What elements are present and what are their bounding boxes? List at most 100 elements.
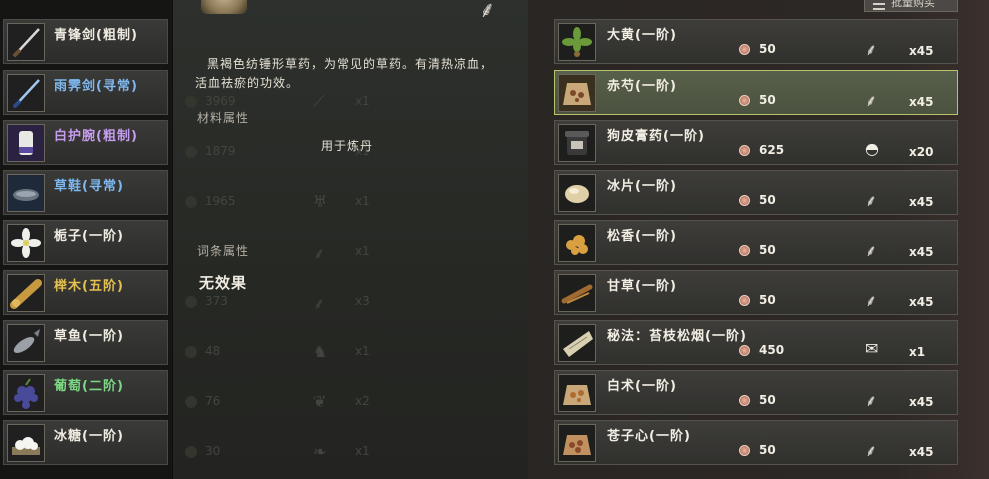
shop-item[interactable]: 白术(一阶) 50 ⸙ x45 — [554, 370, 958, 415]
inventory-item[interactable]: 栀子(一阶) — [3, 220, 168, 265]
inventory-item-name: 青锋剑(粗制) — [54, 28, 138, 43]
inventory-item[interactable]: 草鱼(一阶) — [3, 320, 168, 365]
ghost-row: 1879 x1 — [173, 142, 413, 162]
fish-icon — [7, 324, 45, 362]
grape-icon — [7, 374, 45, 412]
inventory-list: 青锋剑(粗制) 雨霁剑(寻常) 白护腕(粗制) 草鞋(寻常) 栀子(一阶) 榉木… — [0, 0, 172, 479]
herb-root-icon: ⸙ — [865, 391, 878, 410]
material-use-text: 用于炼丹 — [321, 139, 374, 153]
shop-item[interactable]: 大黄(一阶) 50 ⸙ x45 — [554, 19, 958, 64]
red-peony-icon — [558, 74, 596, 112]
shop-item-quantity: x45 — [909, 295, 934, 309]
wood-log-icon — [7, 274, 45, 312]
sword-icon — [7, 23, 45, 61]
shop-item-quantity: x45 — [909, 445, 934, 459]
bracer-icon — [7, 124, 45, 162]
gardenia-flower-icon — [7, 224, 45, 262]
shop-item-name: 甘草(一阶) — [607, 279, 677, 294]
item-thumbnail — [201, 0, 247, 14]
shop-item-price: 50 — [759, 393, 776, 407]
shop-item-name: 苍子心(一阶) — [607, 429, 691, 444]
shop-item-price: 450 — [759, 343, 785, 357]
shop-item-name: 白术(一阶) — [607, 379, 677, 394]
inventory-item-name: 栀子(一阶) — [54, 229, 124, 244]
material-attributes-label: 材料属性 — [197, 111, 250, 125]
shop-item-selected[interactable]: 赤芍(一阶) 50 ⸙ x45 — [554, 70, 958, 115]
blue-sword-icon — [7, 74, 45, 112]
shop-item-name: 赤芍(一阶) — [607, 79, 677, 94]
coin-icon — [739, 395, 750, 406]
shop-item-name: 冰片(一阶) — [607, 179, 677, 194]
shop-list: 批量购买 大黄(一阶) 50 ⸙ x45 赤芍(一阶) 50 ⸙ x45 狗皮膏… — [528, 0, 989, 479]
plaster-icon: ◓ — [865, 139, 879, 158]
coin-icon — [739, 95, 750, 106]
item-description: 黑褐色纺锤形草药，为常见的草药。有清热凉血，活血祛瘀的功效。 — [195, 57, 494, 90]
atractylodes-icon — [558, 374, 596, 412]
inventory-item[interactable]: 草鞋(寻常) — [3, 170, 168, 215]
rhubarb-icon — [558, 23, 596, 61]
shop-item-quantity: x45 — [909, 395, 934, 409]
no-effect-text: 无效果 — [199, 274, 248, 292]
licorice-icon — [558, 274, 596, 312]
herb-root-icon: ⸙ — [865, 40, 878, 59]
ghost-row: 1965 ♅ x1 — [173, 192, 413, 212]
shop-item-quantity: x20 — [909, 145, 934, 159]
shop-item-quantity: x1 — [909, 345, 926, 359]
secret-scroll-icon — [558, 324, 596, 362]
bulk-buy-label: 批量购买 — [891, 0, 935, 9]
affix-attributes-label: 词条属性 — [197, 244, 250, 258]
herb-root-icon: ⸙ — [865, 241, 878, 260]
inventory-item-name: 冰糖(一阶) — [54, 429, 124, 444]
inventory-item-name: 榉木(五阶) — [54, 279, 124, 294]
shop-item[interactable]: 秘法：苔枝松烟(一阶) 450 ✉ x1 — [554, 320, 958, 365]
coin-icon — [739, 295, 750, 306]
inventory-item[interactable]: 葡萄(二阶) — [3, 370, 168, 415]
shop-item-name: 狗皮膏药(一阶) — [607, 129, 705, 144]
shop-item[interactable]: 苍子心(一阶) 50 ⸙ x45 — [554, 420, 958, 465]
coin-icon — [739, 445, 750, 456]
ghost-row: 48 ♞ x1 — [173, 342, 413, 362]
shop-item-price: 50 — [759, 42, 776, 56]
ghost-row: 76 ❦ x2 — [173, 392, 413, 412]
shop-item[interactable]: 冰片(一阶) 50 ⸙ x45 — [554, 170, 958, 215]
shop-item-price: 50 — [759, 293, 776, 307]
shop-item-quantity: x45 — [909, 195, 934, 209]
shop-item-price: 625 — [759, 143, 785, 157]
scroll-icon: ✉ — [865, 339, 879, 358]
shop-item-name: 秘法：苔枝松烟(一阶) — [607, 329, 747, 344]
coin-icon — [739, 245, 750, 256]
herb-root-icon: ⸙ — [865, 441, 878, 460]
rock-sugar-icon — [7, 424, 45, 462]
borneol-icon — [558, 174, 596, 212]
herb-root-icon: ⸙ — [865, 291, 878, 310]
shop-item[interactable]: 甘草(一阶) 50 ⸙ x45 — [554, 270, 958, 315]
inventory-item[interactable]: 冰糖(一阶) — [3, 420, 168, 465]
inventory-item-name: 白护腕(粗制) — [54, 129, 138, 144]
shop-item-price: 50 — [759, 243, 776, 257]
inventory-item-name: 葡萄(二阶) — [54, 379, 124, 394]
shop-item[interactable]: 狗皮膏药(一阶) 625 ◓ x20 — [554, 120, 958, 165]
herb-root-icon: ⸙ — [865, 91, 878, 110]
inventory-item-name: 草鞋(寻常) — [54, 179, 124, 194]
herb-root-icon: ⸙ — [479, 0, 496, 23]
shop-item-quantity: x45 — [909, 245, 934, 259]
inventory-item[interactable]: 雨霁剑(寻常) — [3, 70, 168, 115]
straw-sandal-icon — [7, 174, 45, 212]
inventory-item-name: 雨霁剑(寻常) — [54, 79, 138, 94]
coin-icon — [739, 145, 750, 156]
ghost-row: 373 ⸙ x3 — [173, 292, 413, 313]
coin-icon — [739, 345, 750, 356]
shop-item-price: 50 — [759, 93, 776, 107]
coin-icon — [739, 195, 750, 206]
plaster-jar-icon — [558, 124, 596, 162]
shop-item-name: 大黄(一阶) — [607, 28, 677, 43]
list-icon — [873, 0, 885, 10]
bulk-buy-button[interactable]: 批量购买 — [864, 0, 958, 12]
coin-icon — [739, 44, 750, 55]
shop-item[interactable]: 松香(一阶) 50 ⸙ x45 — [554, 220, 958, 265]
shop-item-name: 松香(一阶) — [607, 229, 677, 244]
inventory-item[interactable]: 青锋剑(粗制) — [3, 19, 168, 64]
inventory-item[interactable]: 白护腕(粗制) — [3, 120, 168, 165]
cocklebur-icon — [558, 424, 596, 462]
inventory-item[interactable]: 榉木(五阶) — [3, 270, 168, 315]
